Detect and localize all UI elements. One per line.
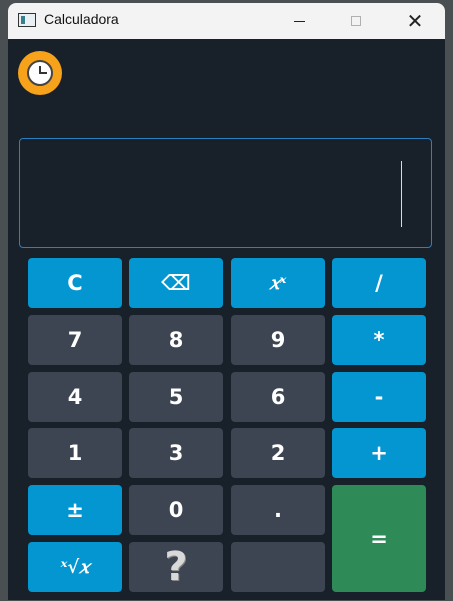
equals-button[interactable]: = [332, 485, 426, 592]
plus-button[interactable]: + [332, 428, 426, 478]
root-button[interactable]: ˣ√𝑥 [28, 542, 122, 592]
calculator-display[interactable] [19, 138, 432, 248]
digit-5-button[interactable]: 5 [129, 372, 223, 422]
calculator-window: Calculadora ✕ C ⌫ 𝑥ˣ / 7 8 9 * 4 5 6 - 1… [8, 3, 445, 600]
question-icon: ? [164, 544, 188, 590]
digit-2-button[interactable]: 2 [231, 428, 325, 478]
digit-1-button[interactable]: 1 [28, 428, 122, 478]
maximize-icon [351, 16, 361, 26]
digit-4-button[interactable]: 4 [28, 372, 122, 422]
backspace-button[interactable]: ⌫ [129, 258, 223, 308]
history-button[interactable] [18, 51, 62, 95]
close-button[interactable]: ✕ [392, 3, 438, 39]
minus-button[interactable]: - [332, 372, 426, 422]
digit-7-button[interactable]: 7 [28, 315, 122, 365]
digit-6-button[interactable]: 6 [231, 372, 325, 422]
multiply-button[interactable]: * [332, 315, 426, 365]
divide-button[interactable]: / [332, 258, 426, 308]
app-icon [18, 13, 36, 27]
decimal-button[interactable]: . [231, 485, 325, 535]
blank-button[interactable] [231, 542, 325, 592]
negate-button[interactable]: ± [28, 485, 122, 535]
clock-icon [27, 60, 53, 86]
title-bar: Calculadora ✕ [8, 3, 445, 39]
clear-button[interactable]: C [28, 258, 122, 308]
digit-3-button[interactable]: 3 [129, 428, 223, 478]
digit-8-button[interactable]: 8 [129, 315, 223, 365]
minimize-button[interactable] [276, 3, 322, 39]
power-button[interactable]: 𝑥ˣ [231, 258, 325, 308]
close-icon: ✕ [406, 9, 424, 33]
help-button[interactable]: ? [129, 542, 223, 592]
text-cursor [401, 161, 402, 227]
maximize-button[interactable] [333, 3, 379, 39]
window-title: Calculadora [44, 11, 119, 27]
digit-9-button[interactable]: 9 [231, 315, 325, 365]
digit-0-button[interactable]: 0 [129, 485, 223, 535]
minimize-icon [293, 20, 305, 22]
